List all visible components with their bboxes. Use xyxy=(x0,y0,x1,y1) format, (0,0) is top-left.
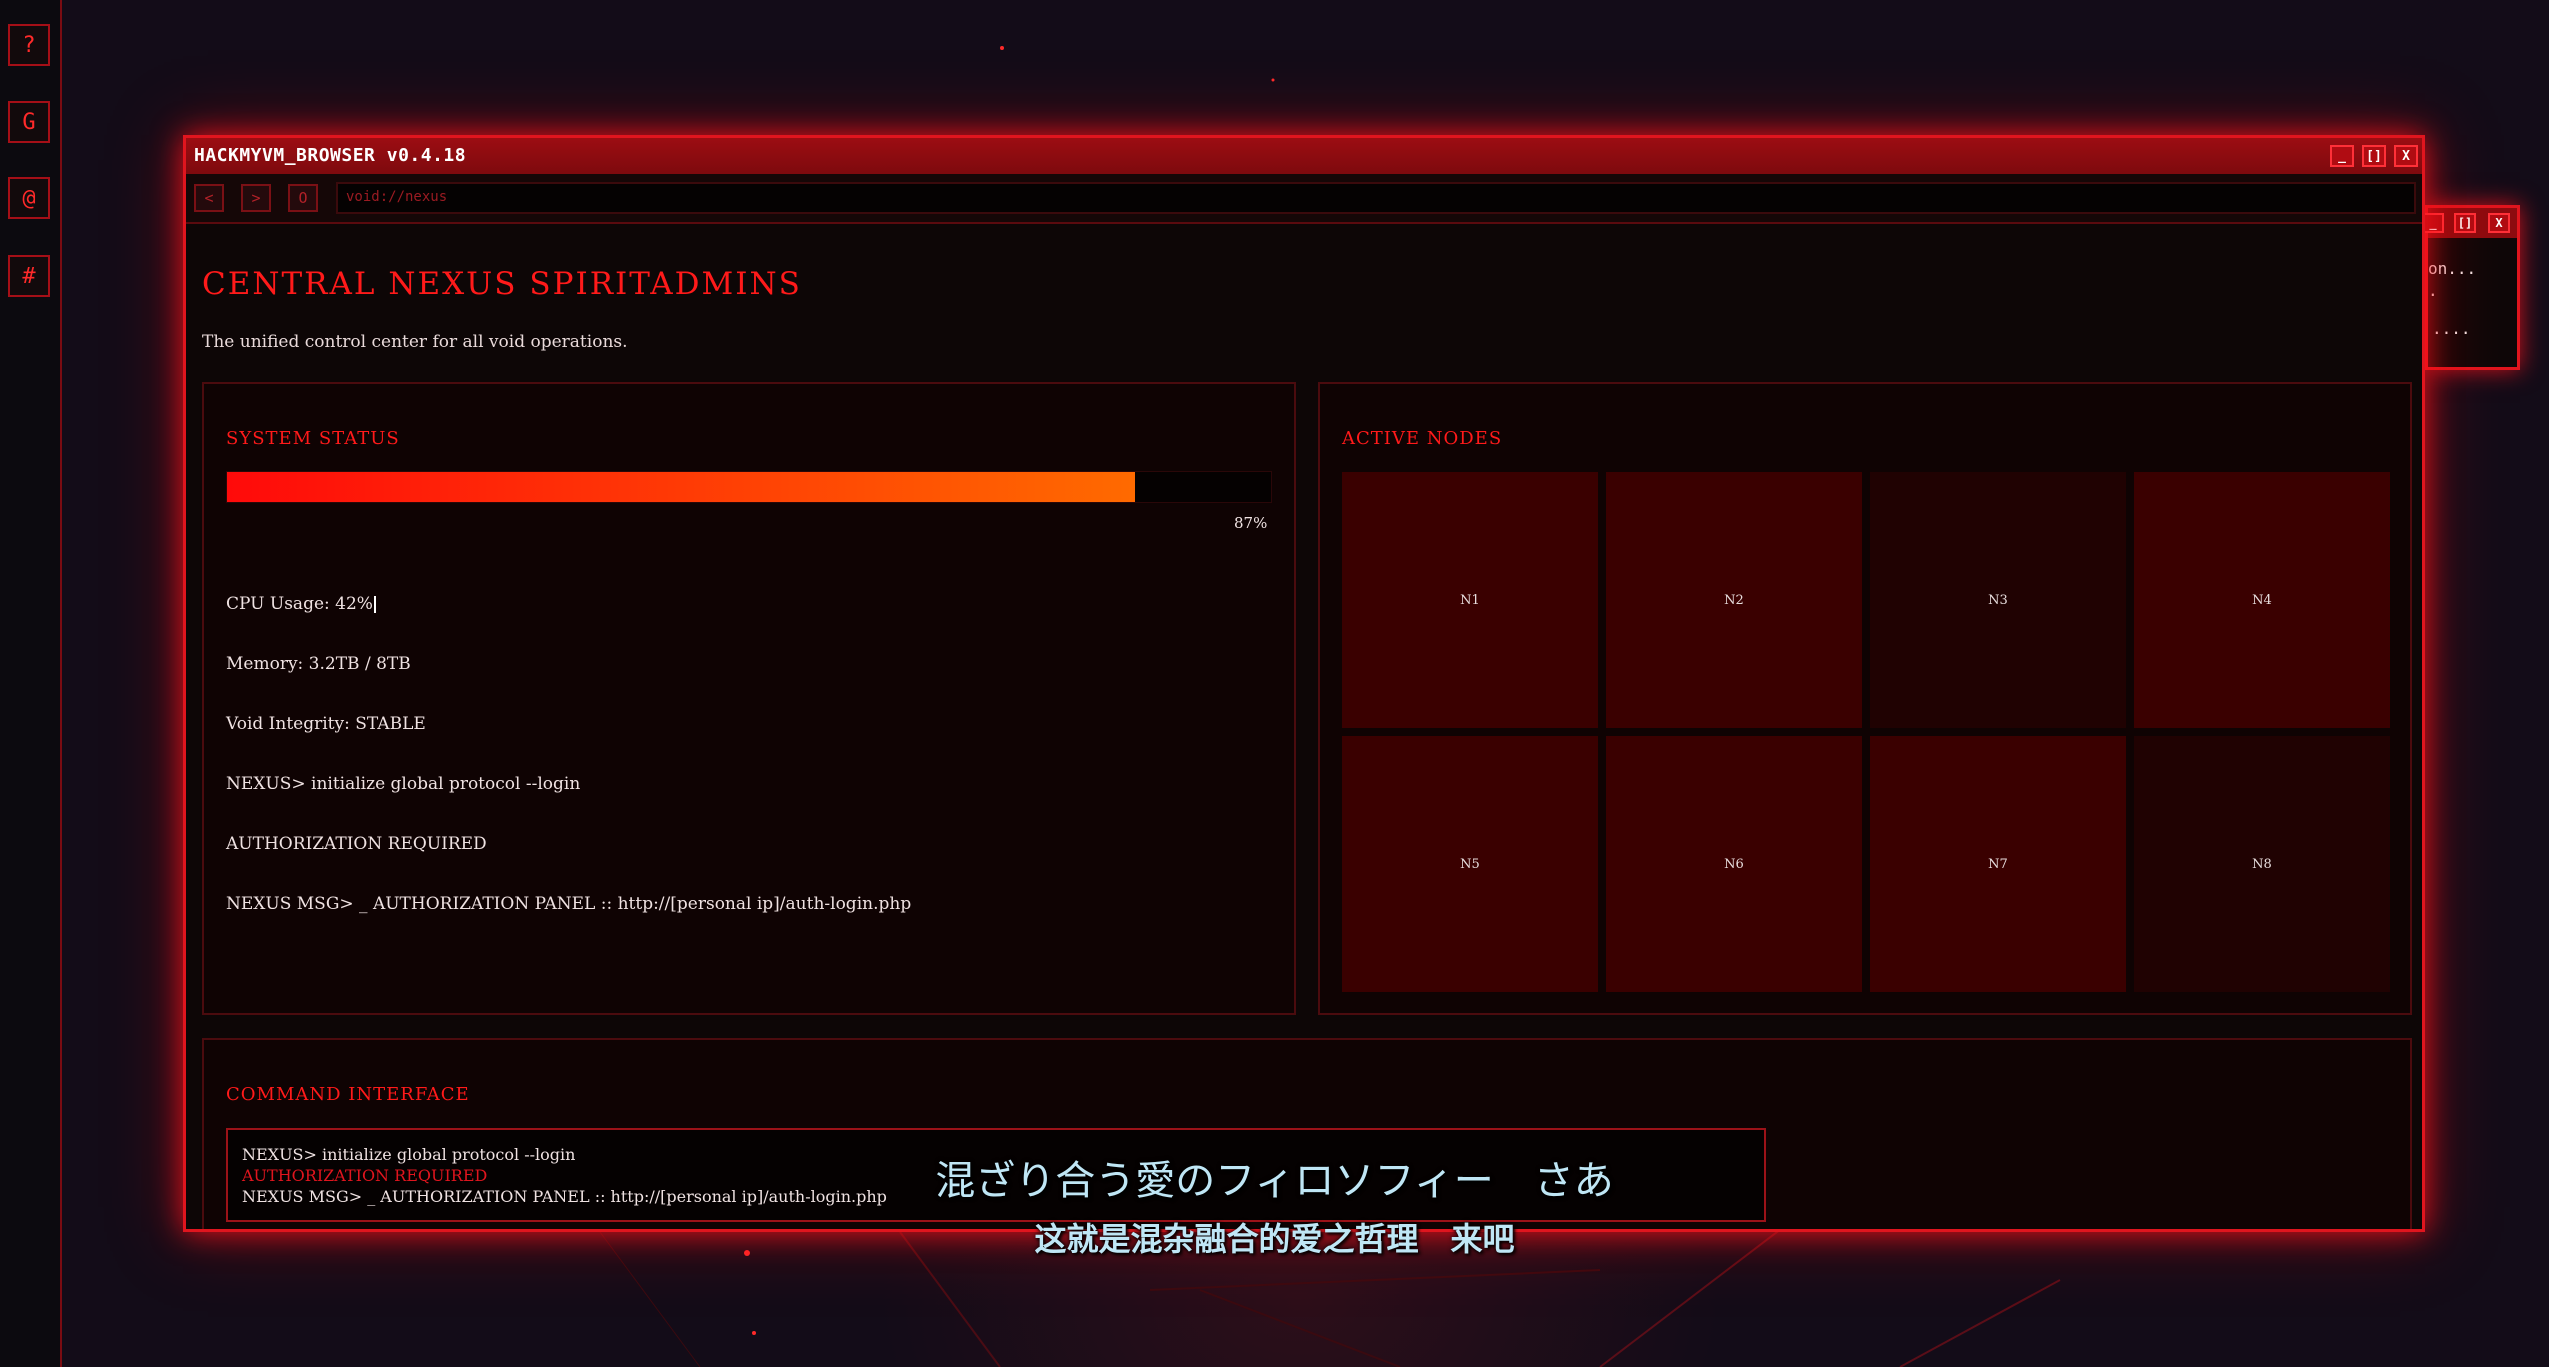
sidebar-item-label: # xyxy=(22,263,36,289)
button-label: _ xyxy=(2429,216,2437,230)
node-label: N1 xyxy=(1460,592,1480,608)
node-n4[interactable]: N4 xyxy=(2134,472,2390,728)
background-window[interactable]: _ [] X on... . .... xyxy=(2422,205,2520,370)
status-message: NEXUS MSG> _ AUTHORIZATION PANEL :: http… xyxy=(226,894,912,914)
system-status-panel: SYSTEM STATUS 87% CPU Usage: 42% Memory:… xyxy=(202,382,1296,1015)
active-nodes-panel: ACTIVE NODES N1 N2 N3 N4 N5 N6 N7 N8 xyxy=(1318,382,2412,1015)
back-button[interactable]: < xyxy=(194,184,224,212)
background-window-line: on... xyxy=(2428,259,2477,278)
minimize-button[interactable]: _ xyxy=(2330,145,2354,167)
node-label: N7 xyxy=(1988,856,2008,872)
node-label: N5 xyxy=(1460,856,1480,872)
button-label: [] xyxy=(2366,148,2382,164)
background-window-text: on... . .... xyxy=(2428,258,2476,368)
system-progress-bar xyxy=(226,471,1272,503)
node-label: N6 xyxy=(1724,856,1744,872)
node-n7[interactable]: N7 xyxy=(1870,736,2126,992)
node-label: N4 xyxy=(2252,592,2272,608)
reload-icon: O xyxy=(298,189,308,207)
forward-arrow-icon: > xyxy=(251,189,261,207)
sidebar-item-label: ? xyxy=(22,32,36,58)
sidebar-item-label: @ xyxy=(22,185,36,211)
navigation-bar: < > O void://nexus xyxy=(186,174,2422,224)
close-button[interactable]: X xyxy=(2394,145,2418,167)
node-n5[interactable]: N5 xyxy=(1342,736,1598,992)
maximize-button[interactable]: [] xyxy=(2362,145,2386,167)
background-window-minimize-button[interactable]: _ xyxy=(2422,213,2444,233)
url-input[interactable]: void://nexus xyxy=(336,182,2416,214)
page-title: CENTRAL NEXUS SPIRITADMINS xyxy=(202,266,802,302)
void-integrity: Void Integrity: STABLE xyxy=(226,714,426,734)
status-auth: AUTHORIZATION REQUIRED xyxy=(226,834,487,854)
text-cursor xyxy=(373,596,376,613)
background-window-line: . xyxy=(2428,281,2438,300)
back-arrow-icon: < xyxy=(204,189,214,207)
subtitle-japanese: 混ざり合う愛のフィロソフィー さあ xyxy=(935,1158,1614,1204)
node-n8[interactable]: N8 xyxy=(2134,736,2390,992)
button-label: [] xyxy=(2457,216,2473,230)
help-icon[interactable]: ? xyxy=(8,24,50,66)
window-titlebar[interactable]: HACKMYVM_BROWSER v0.4.18 _ [] X xyxy=(186,138,2422,174)
panel-title: SYSTEM STATUS xyxy=(226,428,400,449)
background-window-titlebar[interactable]: _ [] X xyxy=(2422,208,2517,238)
background-window-close-button[interactable]: X xyxy=(2488,213,2510,233)
at-icon[interactable]: @ xyxy=(8,177,50,219)
node-n6[interactable]: N6 xyxy=(1606,736,1862,992)
browser-window: HACKMYVM_BROWSER v0.4.18 _ [] X < > O vo… xyxy=(183,135,2425,1232)
node-n3[interactable]: N3 xyxy=(1870,472,2126,728)
forward-button[interactable]: > xyxy=(241,184,271,212)
button-label: _ xyxy=(2338,148,2346,164)
background-window-line: .... xyxy=(2432,319,2471,338)
window-title: HACKMYVM_BROWSER v0.4.18 xyxy=(194,145,467,166)
button-label: X xyxy=(2495,216,2503,230)
node-n2[interactable]: N2 xyxy=(1606,472,1862,728)
progress-fill xyxy=(227,472,1136,502)
memory-usage: Memory: 3.2TB / 8TB xyxy=(226,654,411,674)
panel-title: COMMAND INTERFACE xyxy=(226,1084,470,1105)
sidebar-item-label: G xyxy=(22,109,36,135)
page-subtitle: The unified control center for all void … xyxy=(202,332,628,352)
status-command: NEXUS> initialize global protocol --logi… xyxy=(226,774,581,794)
reload-button[interactable]: O xyxy=(288,184,318,212)
g-icon[interactable]: G xyxy=(8,101,50,143)
progress-label: 87% xyxy=(1234,514,1268,532)
status-readout: CPU Usage: 42% Memory: 3.2TB / 8TB Void … xyxy=(226,554,911,954)
hash-icon[interactable]: # xyxy=(8,255,50,297)
node-n1[interactable]: N1 xyxy=(1342,472,1598,728)
page-content: CENTRAL NEXUS SPIRITADMINS The unified c… xyxy=(186,224,2422,1229)
button-label: X xyxy=(2402,148,2410,164)
cpu-usage: CPU Usage: 42% xyxy=(226,594,373,614)
node-label: N3 xyxy=(1988,592,2008,608)
node-label: N8 xyxy=(2252,856,2272,872)
subtitle-chinese: 这就是混杂融合的爱之哲理 来吧 xyxy=(1034,1220,1515,1258)
node-label: N2 xyxy=(1724,592,1744,608)
panel-title: ACTIVE NODES xyxy=(1342,428,1503,449)
background-window-maximize-button[interactable]: [] xyxy=(2454,213,2476,233)
